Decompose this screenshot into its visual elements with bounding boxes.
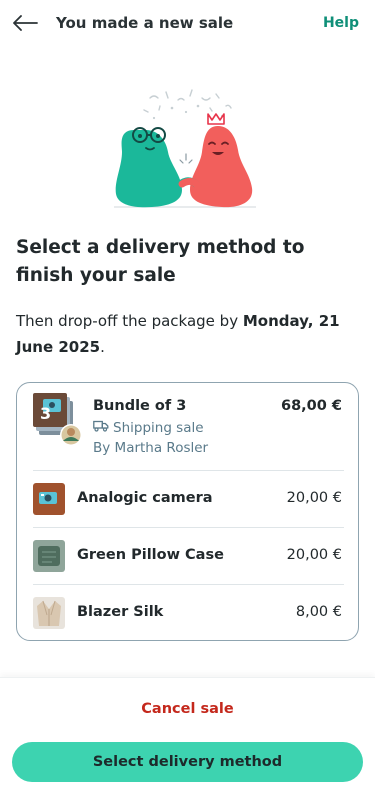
dropoff-deadline-text: Then drop-off the package by Monday, 21 …: [16, 308, 356, 360]
select-delivery-method-button[interactable]: Select delivery method: [12, 742, 363, 782]
seller-name: By Martha Rosler: [93, 440, 209, 456]
page-title: You made a new sale: [56, 14, 234, 32]
celebration-illustration: [106, 86, 266, 212]
item-price: 20,00 €: [286, 547, 342, 563]
bundle-name: Bundle of 3: [93, 398, 187, 414]
cancel-sale-button[interactable]: Cancel sale: [0, 701, 375, 717]
item-name: Blazer Silk: [77, 604, 164, 620]
bundle-shipping-label: Shipping sale: [93, 420, 204, 436]
item-price: 20,00 €: [286, 490, 342, 506]
item-name: Analogic camera: [77, 490, 213, 506]
bundle-count-label: 3: [40, 404, 51, 423]
divider: [33, 470, 344, 471]
bottom-action-bar: Cancel sale Select delivery method: [0, 677, 375, 794]
divider: [33, 584, 344, 585]
back-arrow-icon[interactable]: [10, 10, 40, 36]
sale-summary-card: 3 Bundle of 3 Shipping sale By Martha Ro…: [16, 382, 359, 641]
item-name: Green Pillow Case: [77, 547, 224, 563]
deadline-suffix: .: [100, 338, 105, 356]
shipping-text: Shipping sale: [113, 420, 204, 436]
top-bar: You made a new sale Help: [0, 0, 375, 46]
camera-photo-icon: [33, 483, 65, 515]
section-heading: Select a delivery method to finish your …: [16, 237, 305, 286]
bundle-thumbnail-stack: 3: [33, 393, 82, 446]
blazer-photo-icon: [33, 597, 65, 629]
help-link[interactable]: Help: [323, 15, 359, 31]
pillow-photo-icon: [33, 540, 65, 572]
bundle-price: 68,00 €: [280, 398, 342, 414]
item-price: 8,00 €: [295, 604, 342, 620]
truck-icon: [93, 420, 109, 436]
divider: [33, 527, 344, 528]
deadline-prefix: Then drop-off the package by: [16, 312, 243, 330]
